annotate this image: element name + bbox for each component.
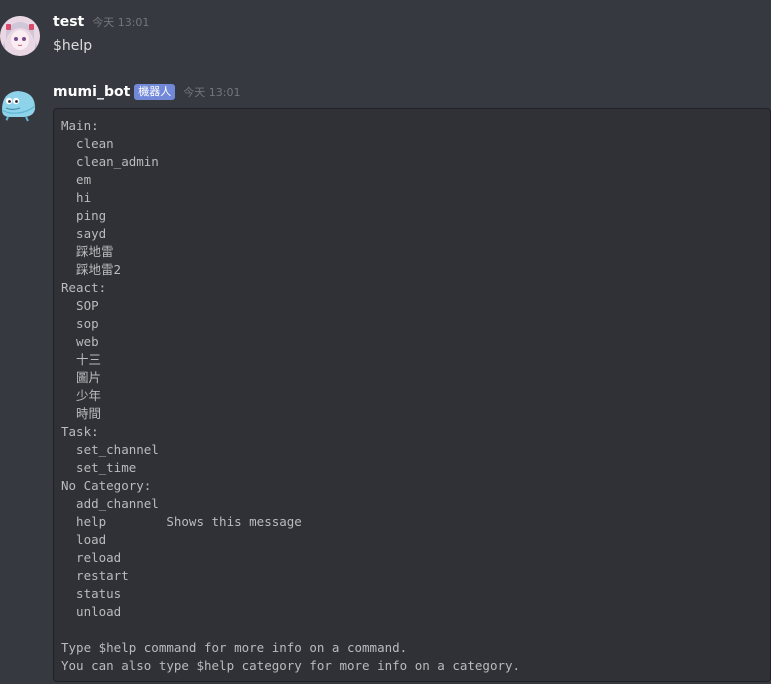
mumi-creature-avatar-icon: [1, 91, 36, 122]
code-line: 十三: [61, 352, 102, 367]
avatar[interactable]: [0, 84, 38, 124]
code-line: 少年: [61, 388, 102, 403]
code-block: Main: clean clean_admin em hi ping sayd …: [53, 108, 771, 682]
chat-area: test 今天 13:01 $help mumi_bot 機器人 今天 13:0…: [0, 0, 771, 684]
code-line: help Shows this message: [61, 514, 302, 529]
code-line: em: [61, 172, 92, 187]
username[interactable]: mumi_bot: [53, 80, 130, 104]
message-header: test 今天 13:01: [53, 10, 149, 34]
code-line: status: [61, 586, 122, 601]
timestamp: 今天 13:01: [92, 16, 150, 29]
code-line: clean_admin: [61, 154, 159, 169]
message-header: mumi_bot 機器人 今天 13:01: [53, 80, 240, 104]
code-line: Type $help command for more info on a co…: [61, 640, 408, 655]
code-line: Task:: [61, 424, 99, 439]
avatar[interactable]: [0, 16, 40, 56]
code-line: hi: [61, 190, 92, 205]
code-line: web: [61, 334, 99, 349]
message-content: $help: [53, 38, 93, 54]
anime-girl-avatar-icon: [0, 16, 40, 56]
code-line: 踩地雷2: [61, 262, 122, 277]
code-line: 時間: [61, 406, 102, 421]
code-line: React:: [61, 280, 107, 295]
code-line: reload: [61, 550, 122, 565]
code-line: load: [61, 532, 107, 547]
code-line: 圖片: [61, 370, 102, 385]
code-line: sop: [61, 316, 99, 331]
code-line: Main:: [61, 118, 99, 133]
code-line: add_channel: [61, 496, 159, 511]
timestamp: 今天 13:01: [183, 86, 241, 99]
code-line: sayd: [61, 226, 107, 241]
code-line: 踩地雷: [61, 244, 114, 259]
code-line: You can also type $help category for mor…: [61, 658, 521, 673]
code-line: clean: [61, 136, 114, 151]
code-line: SOP: [61, 298, 99, 313]
code-line: unload: [61, 604, 122, 619]
code-line: restart: [61, 568, 129, 583]
username[interactable]: test: [53, 10, 84, 34]
code-line: set_channel: [61, 442, 159, 457]
code-line: set_time: [61, 460, 137, 475]
code-line: No Category:: [61, 478, 152, 493]
bot-tag: 機器人: [134, 84, 176, 100]
code-line: ping: [61, 208, 107, 223]
code-text: Main: clean clean_admin em hi ping sayd …: [61, 117, 763, 675]
